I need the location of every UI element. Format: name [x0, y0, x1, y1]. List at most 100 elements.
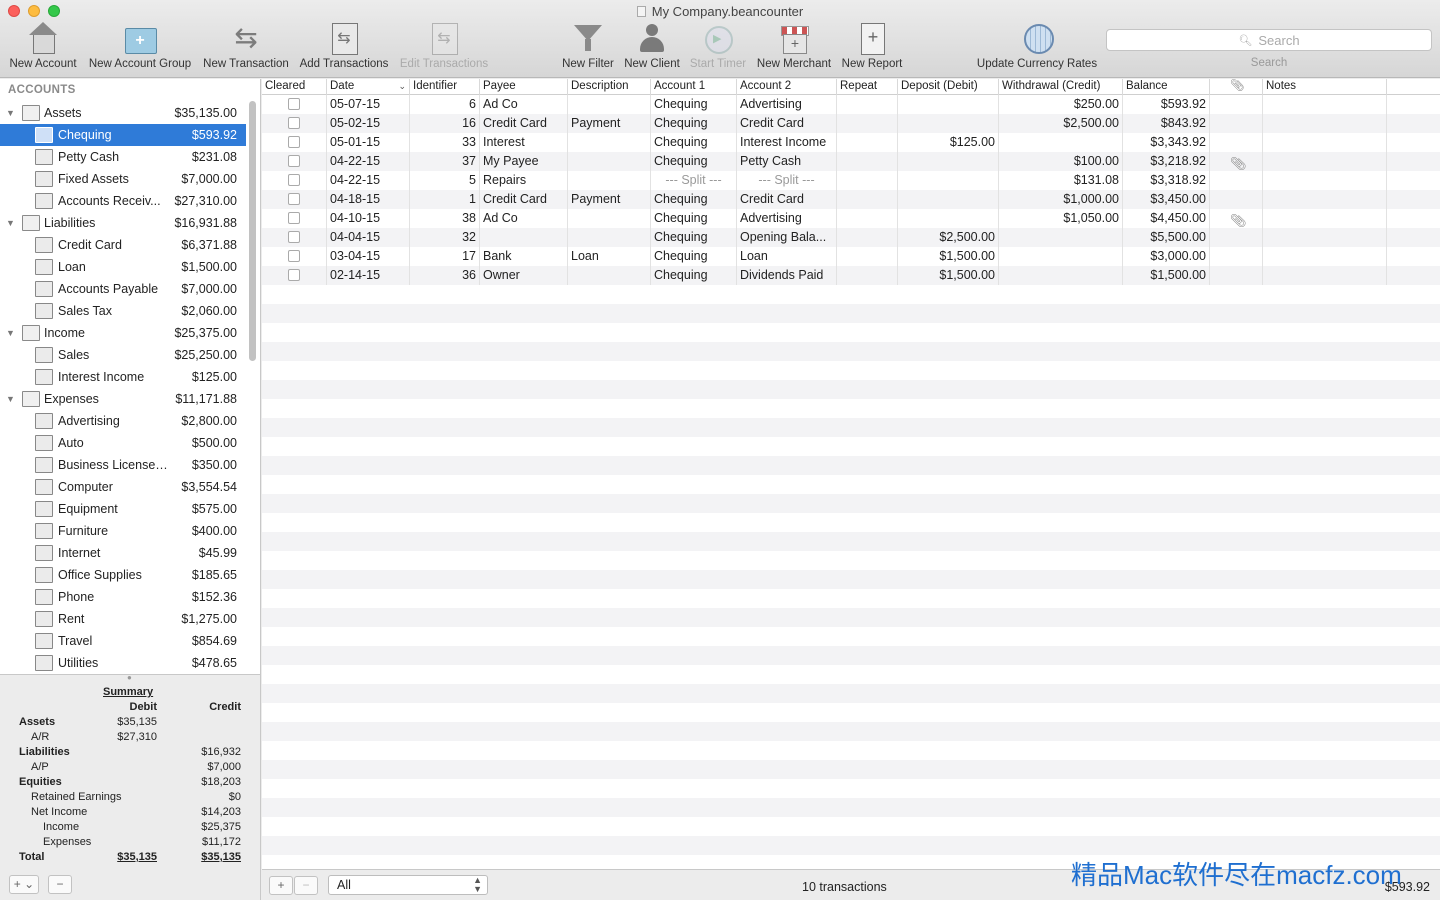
- identifier-cell[interactable]: 1: [410, 190, 480, 209]
- repeat-cell[interactable]: [837, 171, 898, 190]
- repeat-cell[interactable]: [837, 247, 898, 266]
- cleared-checkbox[interactable]: [288, 117, 300, 129]
- payee-cell[interactable]: Owner: [480, 266, 568, 285]
- account-row[interactable]: Accounts Payable $7,000.00: [0, 278, 246, 300]
- payee-cell[interactable]: Ad Co: [480, 95, 568, 114]
- payee-cell[interactable]: Bank: [480, 247, 568, 266]
- deposit-cell[interactable]: $125.00: [898, 133, 999, 152]
- account-row[interactable]: Business Licenses/... $350.00: [0, 454, 246, 476]
- cleared-checkbox[interactable]: [288, 98, 300, 110]
- notes-cell[interactable]: [1263, 266, 1387, 285]
- column-header[interactable]: 📎︎: [1210, 79, 1263, 95]
- identifier-cell[interactable]: 33: [410, 133, 480, 152]
- payee-cell[interactable]: [480, 228, 568, 247]
- notes-cell[interactable]: [1263, 114, 1387, 133]
- description-cell[interactable]: Loan: [568, 247, 651, 266]
- new-account-button[interactable]: New Account: [8, 22, 78, 74]
- column-header[interactable]: Deposit (Debit): [898, 79, 999, 95]
- withdrawal-cell[interactable]: $1,000.00: [999, 190, 1123, 209]
- withdrawal-cell[interactable]: [999, 133, 1123, 152]
- account-row[interactable]: Interest Income $125.00: [0, 366, 246, 388]
- identifier-cell[interactable]: 5: [410, 171, 480, 190]
- payee-cell[interactable]: Interest: [480, 133, 568, 152]
- description-cell[interactable]: [568, 133, 651, 152]
- description-cell[interactable]: [568, 171, 651, 190]
- account1-cell[interactable]: Chequing: [651, 133, 737, 152]
- identifier-cell[interactable]: 17: [410, 247, 480, 266]
- description-cell[interactable]: [568, 228, 651, 247]
- cleared-checkbox[interactable]: [288, 250, 300, 262]
- description-cell[interactable]: Payment: [568, 114, 651, 133]
- account2-cell[interactable]: Credit Card: [737, 190, 837, 209]
- column-header[interactable]: Balance: [1123, 79, 1210, 95]
- table-row[interactable]: 05-07-15 6 Ad Co Chequing Advertising $250.00…: [262, 95, 1440, 114]
- deposit-cell[interactable]: $2,500.00: [898, 228, 999, 247]
- description-cell[interactable]: [568, 209, 651, 228]
- date-cell[interactable]: 05-07-15: [327, 95, 410, 114]
- cleared-checkbox[interactable]: [288, 193, 300, 205]
- account-row[interactable]: Utilities $478.65: [0, 652, 246, 674]
- date-cell[interactable]: 04-18-15: [327, 190, 410, 209]
- description-cell[interactable]: [568, 266, 651, 285]
- deposit-cell[interactable]: [898, 152, 999, 171]
- column-header[interactable]: Notes: [1263, 79, 1387, 95]
- column-header[interactable]: Description: [568, 79, 651, 95]
- identifier-cell[interactable]: 38: [410, 209, 480, 228]
- identifier-cell[interactable]: 32: [410, 228, 480, 247]
- new-account-group-button[interactable]: New Account Group: [86, 22, 194, 74]
- remove-account-button[interactable]: −: [48, 875, 72, 894]
- attachment-cell[interactable]: [1210, 266, 1263, 285]
- new-transaction-button[interactable]: New Transaction: [201, 22, 291, 74]
- column-header[interactable]: Payee: [480, 79, 568, 95]
- account-row[interactable]: ▼ Assets $35,135.00: [0, 102, 246, 124]
- account1-cell[interactable]: Chequing: [651, 228, 737, 247]
- table-row[interactable]: 04-04-15 32 Chequing Opening Bala... $2,500.…: [262, 228, 1440, 247]
- balance-cell[interactable]: $3,318.92: [1123, 171, 1210, 190]
- repeat-cell[interactable]: [837, 228, 898, 247]
- attachment-cell[interactable]: [1210, 190, 1263, 209]
- new-merchant-button[interactable]: New Merchant: [755, 22, 833, 74]
- account1-cell[interactable]: Chequing: [651, 247, 737, 266]
- cleared-checkbox[interactable]: [288, 269, 300, 281]
- date-cell[interactable]: 04-22-15: [327, 171, 410, 190]
- account1-cell[interactable]: Chequing: [651, 152, 737, 171]
- sidebar-scrollbar[interactable]: [249, 101, 256, 361]
- payee-cell[interactable]: Credit Card: [480, 114, 568, 133]
- account-row[interactable]: Computer $3,554.54: [0, 476, 246, 498]
- account1-cell[interactable]: --- Split ---: [651, 171, 737, 190]
- balance-cell[interactable]: $3,218.92: [1123, 152, 1210, 171]
- payee-cell[interactable]: Ad Co: [480, 209, 568, 228]
- add-transaction-button[interactable]: +: [269, 876, 293, 895]
- account1-cell[interactable]: Chequing: [651, 114, 737, 133]
- notes-cell[interactable]: [1263, 95, 1387, 114]
- account-row[interactable]: Auto $500.00: [0, 432, 246, 454]
- repeat-cell[interactable]: [837, 190, 898, 209]
- deposit-cell[interactable]: [898, 209, 999, 228]
- payee-cell[interactable]: My Payee: [480, 152, 568, 171]
- search-input[interactable]: 🔍︎ Search: [1106, 29, 1432, 51]
- table-row[interactable]: 04-22-15 37 My Payee Chequing Petty Cash $100…: [262, 152, 1440, 171]
- date-cell[interactable]: 04-04-15: [327, 228, 410, 247]
- add-transactions-button[interactable]: Add Transactions: [297, 22, 391, 74]
- account-row[interactable]: Petty Cash $231.08: [0, 146, 246, 168]
- new-filter-button[interactable]: New Filter: [560, 22, 616, 74]
- account1-cell[interactable]: Chequing: [651, 190, 737, 209]
- withdrawal-cell[interactable]: [999, 247, 1123, 266]
- deposit-cell[interactable]: [898, 190, 999, 209]
- notes-cell[interactable]: [1263, 228, 1387, 247]
- account2-cell[interactable]: --- Split ---: [737, 171, 837, 190]
- withdrawal-cell[interactable]: $100.00: [999, 152, 1123, 171]
- balance-cell[interactable]: $1,500.00: [1123, 266, 1210, 285]
- paperclip-icon[interactable]: 📎︎: [1230, 211, 1247, 228]
- notes-cell[interactable]: [1263, 133, 1387, 152]
- date-cell[interactable]: 03-04-15: [327, 247, 410, 266]
- add-account-menu-button[interactable]: + ⌄: [9, 875, 39, 894]
- account-row[interactable]: ▼ Expenses $11,171.88: [0, 388, 246, 410]
- date-cell[interactable]: 04-10-15: [327, 209, 410, 228]
- column-header[interactable]: Cleared: [262, 79, 327, 95]
- table-row[interactable]: 05-01-15 33 Interest Chequing Interest Incom…: [262, 133, 1440, 152]
- deposit-cell[interactable]: [898, 171, 999, 190]
- withdrawal-cell[interactable]: $250.00: [999, 95, 1123, 114]
- account2-cell[interactable]: Interest Income: [737, 133, 837, 152]
- identifier-cell[interactable]: 36: [410, 266, 480, 285]
